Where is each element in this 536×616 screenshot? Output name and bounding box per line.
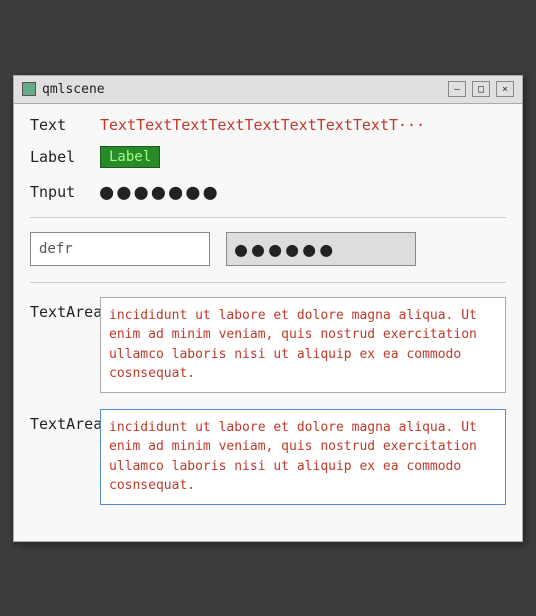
textarea-1[interactable]: incididunt ut labore et dolore magna ali… [100, 297, 506, 393]
password-input-display: ●●●●●● [226, 232, 416, 266]
tnput-row: Tnput ●●●●●●● [30, 180, 506, 205]
window-title: qmlscene [42, 82, 105, 97]
tnput-dots: ●●●●●●● [100, 180, 221, 205]
text-row-value: TextTextTextTextTextTextTextTextT··· [100, 116, 425, 134]
divider2 [30, 282, 506, 283]
maximize-button[interactable]: □ [472, 81, 490, 97]
label-row-label: Label [30, 148, 100, 166]
window-content: Text TextTextTextTextTextTextTextTextT··… [14, 104, 522, 541]
title-buttons: — □ × [448, 81, 514, 97]
label-row: Label Label [30, 146, 506, 168]
window: qmlscene — □ × Text TextTextTextTextText… [13, 75, 523, 542]
title-bar-left: qmlscene [22, 82, 105, 97]
close-button[interactable]: × [496, 81, 514, 97]
textarea-label-2: TextArea [30, 409, 100, 433]
text-row-label: Text [30, 116, 100, 134]
text-input[interactable] [30, 232, 210, 266]
tnput-row-label: Tnput [30, 183, 100, 201]
window-icon [22, 82, 36, 96]
minimize-button[interactable]: — [448, 81, 466, 97]
textarea-label-1: TextArea [30, 297, 100, 321]
input-fields-row: ●●●●●● [30, 232, 506, 266]
text-row: Text TextTextTextTextTextTextTextTextT··… [30, 116, 506, 134]
textarea-section-2: TextArea incididunt ut labore et dolore … [30, 409, 506, 505]
title-bar: qmlscene — □ × [14, 76, 522, 104]
divider [30, 217, 506, 218]
label-green-badge: Label [100, 146, 160, 168]
textarea-section-1: TextArea incididunt ut labore et dolore … [30, 297, 506, 393]
textarea-2[interactable]: incididunt ut labore et dolore magna ali… [100, 409, 506, 505]
